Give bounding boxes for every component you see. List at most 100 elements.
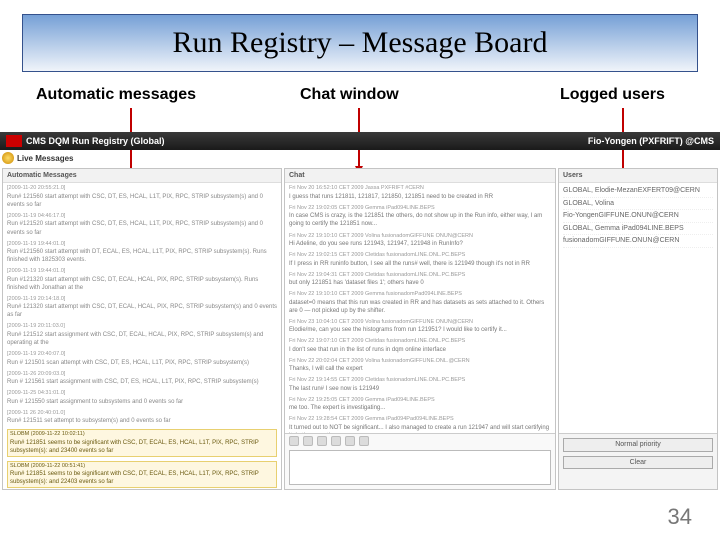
- user-item[interactable]: Fio-YongenGIFFUNE.ONUN@CERN: [563, 210, 713, 222]
- message-body: Run # 121561 start assignment with CSC, …: [7, 378, 277, 386]
- message-body: Run #121560 start attempt with DT, ECAL,…: [7, 248, 277, 264]
- message-timestamp: [2009-11-25 04:31:01.0]: [7, 390, 277, 397]
- user-item[interactable]: GLOBAL, Elodie-MezanEXFERT09@CERN: [563, 185, 713, 197]
- user-item[interactable]: fusionadomGIFFUNE.ONUN@CERN: [563, 235, 713, 247]
- emoji-icon[interactable]: [345, 436, 355, 446]
- panel-chat: Chat Fri Nov 20 16:52:10 CET 2009 Jassa …: [284, 168, 556, 490]
- user-item[interactable]: GLOBAL, Gemma iPad094LINE.BEPS: [563, 223, 713, 235]
- clear-button[interactable]: Clear: [563, 456, 713, 469]
- message-body: Run# 121320 start attempt with CSC, DT, …: [7, 303, 277, 319]
- app-user: Fio-Yongen (PXFRIFT) @CMS: [588, 136, 714, 146]
- attach-icon[interactable]: [359, 436, 369, 446]
- user-item[interactable]: GLOBAL, Volina: [563, 198, 713, 210]
- message-timestamp: [2009-11 26 20:40:01.0]: [7, 410, 277, 417]
- chat-body: The last run# I see now is 121949: [289, 385, 551, 393]
- panels-row: Automatic Messages [2009-11-20 20:55:21.…: [2, 168, 718, 490]
- chat-header: Fri Nov 22 19:02:15 CET 2009 Cletidas fu…: [289, 252, 551, 259]
- bold-icon[interactable]: [289, 436, 299, 446]
- auto-message-item: [2009-11-19 19:44:01.0]Run #121320 start…: [7, 268, 277, 292]
- chat-input[interactable]: [289, 450, 551, 485]
- annotation-chat: Chat window: [300, 86, 399, 104]
- chat-header: Fri Nov 22 19:25:05 CET 2009 Gemma iPad0…: [289, 397, 551, 404]
- message-timestamp: SLOBM (2009-11-22 00:51:41): [10, 463, 274, 470]
- chat-body: Elodie/me, can you see the histograms fr…: [289, 326, 551, 334]
- message-timestamp: [2009-11-19 20:40:07.0]: [7, 351, 277, 358]
- chat-header: Fri Nov 20 16:52:10 CET 2009 Jassa PXFRI…: [289, 185, 551, 192]
- chat-header: Fri Nov 22 19:02:05 CET 2009 Gemma iPad0…: [289, 205, 551, 212]
- priority-select[interactable]: Normal priority: [563, 438, 713, 451]
- chat-header: Fri Nov 22 19:10:10 CET 2009 Gemma fusio…: [289, 291, 551, 298]
- annotation-row: Automatic messages Chat window Logged us…: [0, 86, 720, 116]
- message-timestamp: [2009-11-20 20:55:21.0]: [7, 185, 277, 192]
- chat-header: Fri Nov 22 19:14:55 CET 2009 Cletidas fu…: [289, 377, 551, 384]
- chat-body: I guess that runs 121811, 121817, 121850…: [289, 193, 551, 201]
- chat-header: Fri Nov 22 19:28:54 CET 2009 Gemma iPad0…: [289, 416, 551, 423]
- chat-header: Fri Nov 22 19:07:10 CET 2009 Cletidas fu…: [289, 338, 551, 345]
- auto-message-item: [2009-11-19 19:44:01.0]Run #121560 start…: [7, 241, 277, 265]
- message-body: Run# 121851 seems to be significant with…: [10, 470, 274, 486]
- chat-message-item: Fri Nov 22 19:04:31 CET 2009 Cletidas fu…: [289, 272, 551, 288]
- auto-messages-list[interactable]: [2009-11-20 20:55:21.0]Run# 121560 start…: [3, 183, 281, 489]
- chat-body: If I press in RR runinfo button, I see a…: [289, 260, 551, 268]
- message-body: Run # 121501 scan attempt with CSC, DT, …: [7, 359, 277, 367]
- auto-message-item: SLOBM (2009-11-22 00:51:41)Run# 121851 s…: [7, 461, 277, 489]
- message-timestamp: [2009-11-19 20:11:03.0]: [7, 323, 277, 330]
- chat-message-item: Fri Nov 22 19:14:55 CET 2009 Cletidas fu…: [289, 377, 551, 393]
- auto-message-item: SLOBM (2009-11-22 10:02:11)Run# 121851 s…: [7, 429, 277, 457]
- auto-message-item: [2009-11-19 04:46:17.0]Run #121520 start…: [7, 213, 277, 237]
- chat-header: Fri Nov 22 19:04:31 CET 2009 Cletidas fu…: [289, 272, 551, 279]
- chat-header: Fri Nov 22 19:10:10 CET 2009 Volina fusi…: [289, 233, 551, 240]
- chat-message-item: Fri Nov 22 19:02:05 CET 2009 Gemma iPad0…: [289, 205, 551, 229]
- chat-body: but only 121851 has 'dataset files 1'; o…: [289, 279, 551, 287]
- color-icon[interactable]: [331, 436, 341, 446]
- live-messages-header: Live Messages: [2, 152, 73, 164]
- chat-body: dataset=0 means that this run was create…: [289, 299, 551, 315]
- cms-logo-icon: [6, 135, 22, 147]
- auto-message-item: [2009-11-25 04:31:01.0]Run # 121550 star…: [7, 390, 277, 406]
- users-controls: Normal priority Clear: [559, 433, 717, 489]
- chat-messages-list[interactable]: Fri Nov 20 16:52:10 CET 2009 Jassa PXFRI…: [285, 183, 555, 433]
- chat-body: In case CMS is crazy, is the 121851 the …: [289, 212, 551, 228]
- chat-message-item: Fri Nov 22 19:07:10 CET 2009 Cletidas fu…: [289, 338, 551, 354]
- auto-message-item: [2009-11-19 20:14:18.0]Run# 121320 start…: [7, 296, 277, 320]
- panel-head-chat: Chat: [285, 169, 555, 183]
- chat-header: Fri Nov 23 10:04:10 CET 2009 Volina fusi…: [289, 319, 551, 326]
- chat-body: It turned out to NOT be significant... I…: [289, 424, 551, 434]
- live-messages-label: Live Messages: [17, 154, 73, 163]
- chat-message-item: Fri Nov 22 19:10:10 CET 2009 Volina fusi…: [289, 233, 551, 249]
- slide-title: Run Registry – Message Board: [173, 26, 548, 60]
- underline-icon[interactable]: [317, 436, 327, 446]
- message-body: Run #121520 start attempt with CSC, DT, …: [7, 220, 277, 236]
- auto-message-item: [2009-11-19 20:11:03.0]Run# 121512 start…: [7, 323, 277, 347]
- panel-head-users: Users: [559, 169, 717, 183]
- auto-message-item: [2009-11 26 20:40:01.0]Run# 121511 set a…: [7, 410, 277, 426]
- annotation-users: Logged users: [560, 86, 665, 104]
- chat-message-item: Fri Nov 22 19:10:10 CET 2009 Gemma fusio…: [289, 291, 551, 315]
- chat-body: I don't see that run in the list of runs…: [289, 346, 551, 354]
- message-body: Run# 121511 set attempt to subsystem(s) …: [7, 417, 277, 425]
- chat-message-item: Fri Nov 22 19:28:54 CET 2009 Gemma iPad0…: [289, 416, 551, 433]
- title-bar: Run Registry – Message Board: [22, 14, 698, 72]
- chat-body: Thanks, I will call the expert: [289, 365, 551, 373]
- users-list[interactable]: GLOBAL, Elodie-MezanEXFERT09@CERNGLOBAL,…: [559, 183, 717, 433]
- chat-message-item: Fri Nov 22 20:02:04 CET 2009 Volina fusi…: [289, 358, 551, 374]
- panel-users: Users GLOBAL, Elodie-MezanEXFERT09@CERNG…: [558, 168, 718, 490]
- app-header: CMS DQM Run Registry (Global) Fio-Yongen…: [0, 132, 720, 150]
- chat-body: me too. The expert is investigating...: [289, 404, 551, 412]
- message-timestamp: [2009-11-19 19:44:01.0]: [7, 241, 277, 248]
- message-body: Run# 121512 start assignment with CSC, D…: [7, 331, 277, 347]
- panel-automatic-messages: Automatic Messages [2009-11-20 20:55:21.…: [2, 168, 282, 490]
- panel-head-auto: Automatic Messages: [3, 169, 281, 183]
- message-body: Run# 121560 start attempt with CSC, DT, …: [7, 193, 277, 209]
- page-number: 34: [668, 504, 692, 530]
- message-body: Run #121320 start attempt with CSC, DT, …: [7, 276, 277, 292]
- chat-message-item: Fri Nov 22 19:25:05 CET 2009 Gemma iPad0…: [289, 397, 551, 413]
- message-timestamp: [2009-11-19 20:14:18.0]: [7, 296, 277, 303]
- chat-body: Hi Adeline, do you see runs 121943, 1219…: [289, 240, 551, 248]
- chat-message-item: Fri Nov 20 16:52:10 CET 2009 Jassa PXFRI…: [289, 185, 551, 201]
- message-timestamp: SLOBM (2009-11-22 10:02:11): [10, 431, 274, 438]
- italic-icon[interactable]: [303, 436, 313, 446]
- message-timestamp: [2009-11-19 19:44:01.0]: [7, 268, 277, 275]
- app-title: CMS DQM Run Registry (Global): [26, 136, 165, 146]
- auto-message-item: [2009-11-20 20:55:21.0]Run# 121560 start…: [7, 185, 277, 209]
